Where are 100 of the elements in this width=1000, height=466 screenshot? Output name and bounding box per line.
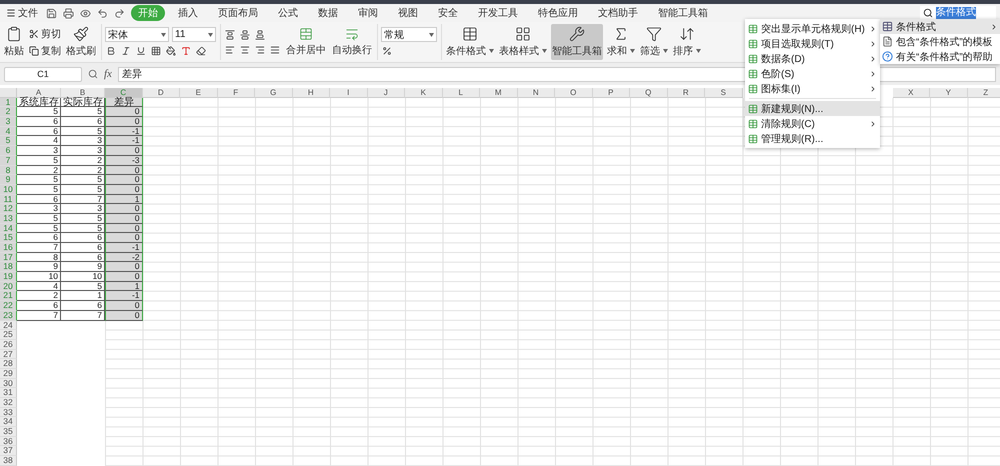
underline-icon[interactable] [135, 45, 147, 57]
toolbar-button[interactable]: 求和 [606, 24, 636, 60]
ribbon-tab[interactable]: 页面布局 [211, 5, 265, 21]
column-header[interactable]: M [480, 88, 518, 98]
menu-item[interactable]: 清除规则(C) [745, 116, 880, 131]
row-header[interactable]: 31 [0, 388, 17, 398]
align-bottom-icon[interactable] [254, 28, 266, 40]
column-header[interactable]: B [61, 88, 105, 98]
column-header[interactable]: Q [630, 88, 668, 98]
ribbon-tab[interactable]: 公式 [271, 5, 305, 21]
font-name-select[interactable]: 宋体 [105, 27, 169, 42]
ribbon-tab[interactable]: 插入 [171, 5, 205, 21]
borders-icon[interactable] [150, 45, 162, 57]
column-header[interactable]: E [180, 88, 218, 98]
toolbar-button[interactable]: 表格样式 [498, 24, 548, 60]
number-format-select[interactable]: 常规 [381, 27, 437, 42]
ribbon-tab[interactable]: 审阅 [351, 5, 385, 21]
zoom-icon[interactable] [88, 69, 98, 79]
menu-item[interactable]: 有关“条件格式”的帮助 [880, 49, 1000, 64]
ribbon-tab[interactable]: 数据 [311, 5, 345, 21]
ribbon-tab[interactable]: 开发工具 [471, 5, 525, 21]
preview-icon[interactable] [80, 8, 91, 18]
column-header[interactable]: R [668, 88, 705, 98]
column-header[interactable]: S [705, 88, 742, 98]
ribbon-tab[interactable]: 安全 [431, 5, 465, 21]
column-header[interactable]: P [592, 88, 630, 98]
row-header[interactable]: 34 [0, 417, 17, 428]
ribbon-tab[interactable]: 文档助手 [591, 5, 645, 21]
save-icon[interactable] [46, 8, 57, 18]
align-center-icon[interactable] [239, 44, 251, 56]
ribbon-tab[interactable]: 特色应用 [531, 5, 585, 21]
row-header[interactable]: 27 [0, 350, 17, 360]
column-header[interactable]: H [292, 88, 330, 98]
column-header[interactable]: I [330, 88, 368, 98]
paste-button[interactable]: 粘贴 [3, 24, 25, 60]
column-header[interactable]: X [892, 88, 930, 98]
cut-button[interactable]: 剪切 [29, 26, 61, 40]
undo-icon[interactable] [97, 8, 108, 18]
table-cell: 0 [105, 233, 142, 243]
font-size-select[interactable]: 11 [172, 27, 216, 42]
ribbon-tab[interactable]: 视图 [391, 5, 425, 21]
format-painter-button[interactable]: 格式刷 [65, 24, 97, 60]
table-cell: 5 [17, 156, 61, 166]
column-header[interactable]: O [555, 88, 592, 98]
row-header[interactable]: 30 [0, 378, 17, 388]
menu-item[interactable]: 项目选取规则(T) [745, 36, 880, 51]
row-header[interactable]: 35 [0, 427, 17, 437]
menu-item[interactable]: 突出显示单元格规则(H) [745, 21, 880, 36]
function-label[interactable]: fx [104, 68, 112, 80]
column-header[interactable]: D [142, 88, 180, 98]
row-header[interactable]: 28 [0, 359, 17, 369]
column-header[interactable]: Y [930, 88, 968, 98]
row-header[interactable]: 37 [0, 446, 17, 456]
percent-icon[interactable] [381, 45, 393, 57]
column-header[interactable]: F [218, 88, 255, 98]
menu-item[interactable]: 管理规则(R)... [745, 131, 880, 146]
toolbar-button[interactable]: 条件格式 [445, 24, 495, 60]
column-header[interactable]: J [368, 88, 405, 98]
ribbon-tab[interactable]: 智能工具箱 [651, 5, 715, 21]
column-header[interactable]: G [255, 88, 292, 98]
menu-item[interactable]: 条件格式 [880, 19, 1000, 34]
merge-center-button[interactable]: 合并居中 [285, 25, 327, 59]
copy-button[interactable]: 复制 [29, 44, 61, 58]
toolbar-button[interactable]: 排序 [672, 24, 702, 60]
row-header[interactable]: 24 [0, 320, 17, 330]
menu-item[interactable]: 新建规则(N)... [745, 101, 880, 116]
name-box[interactable]: C1 [4, 66, 82, 82]
font-color-icon[interactable] [180, 45, 192, 57]
menu-item[interactable]: 色阶(S) [745, 66, 880, 81]
row-header[interactable]: 29 [0, 368, 17, 379]
column-header[interactable]: L [442, 88, 480, 98]
column-header[interactable]: K [405, 88, 442, 98]
toolbar-button[interactable]: 筛选 [639, 24, 669, 60]
column-header[interactable]: Z [968, 88, 1000, 98]
redo-icon[interactable] [114, 8, 125, 18]
justify-icon[interactable] [269, 44, 281, 56]
bold-icon[interactable] [105, 45, 117, 57]
wrap-text-button[interactable]: 自动换行 [331, 25, 373, 59]
row-header[interactable]: 33 [0, 408, 17, 418]
fill-color-icon[interactable] [165, 45, 177, 57]
menu-item[interactable]: 包含“条件格式”的模板 [880, 34, 1000, 49]
row-header[interactable]: 26 [0, 340, 17, 350]
italic-icon[interactable] [120, 45, 132, 57]
align-middle-icon[interactable] [239, 28, 251, 40]
align-left-icon[interactable] [224, 44, 236, 56]
file-menu[interactable]: 文件 [4, 6, 40, 20]
align-right-icon[interactable] [254, 44, 266, 56]
menu-item[interactable]: 图标集(I) [745, 81, 880, 96]
row-header[interactable]: 32 [0, 398, 17, 408]
eraser-icon[interactable] [195, 45, 207, 57]
row-header[interactable]: 36 [0, 436, 17, 446]
menu-item[interactable]: 数据条(D) [745, 51, 880, 66]
print-icon[interactable] [63, 8, 74, 18]
align-top-icon[interactable] [224, 28, 236, 40]
row-header[interactable]: 38 [0, 456, 17, 466]
column-header[interactable]: A [17, 88, 61, 98]
column-header[interactable]: N [518, 88, 555, 98]
toolbar-button[interactable]: 智能工具箱 [551, 24, 603, 60]
row-header[interactable]: 25 [0, 330, 17, 340]
search-field[interactable]: 条件格式 [920, 6, 996, 20]
